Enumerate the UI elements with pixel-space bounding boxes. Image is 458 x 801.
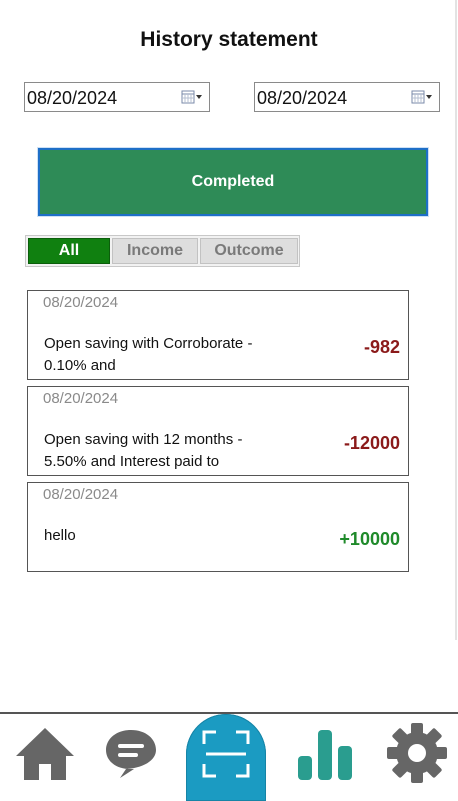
transaction-amount: +10000 [339,529,400,549]
date-from-field[interactable]: 08/20/2024 [24,82,210,112]
tab-outcome[interactable]: Outcome [200,238,298,264]
transaction-card[interactable]: 08/20/2024 Open saving with Corroborate … [27,290,409,380]
page-title: History statement [140,28,318,51]
calendar-icon[interactable] [411,90,433,104]
tab-income[interactable]: Income [112,238,198,264]
calendar-icon[interactable] [181,90,203,104]
transaction-description: Open saving with Corroborate - 0.10% and [44,335,253,374]
bar-chart-icon[interactable] [296,726,356,782]
scan-button[interactable] [186,714,266,801]
bottom-nav [0,712,458,801]
gear-icon[interactable] [386,722,448,784]
transaction-amount: -982 [363,337,400,357]
scrollbar-track [455,0,457,640]
transaction-description: hello [44,527,76,544]
completed-button[interactable]: Completed [37,147,429,217]
transaction-description: Open saving with 12 months - 5.50% and I… [44,431,243,470]
transaction-date: 08/20/2024 [43,294,119,311]
filter-tabs: All Income Outcome [25,235,300,267]
scan-icon [202,730,250,778]
transaction-card[interactable]: 08/20/2024 Open saving with 12 months - … [27,386,409,476]
transaction-date: 08/20/2024 [43,390,119,407]
chat-icon[interactable] [104,728,158,780]
transaction-amount: -12000 [343,433,400,453]
transaction-date: 08/20/2024 [43,486,119,503]
date-from-value: 08/20/2024 [27,88,118,108]
home-icon[interactable] [14,726,76,782]
transaction-card[interactable]: 08/20/2024 hello +10000 [27,482,409,572]
date-to-field[interactable]: 08/20/2024 [254,82,440,112]
date-to-value: 08/20/2024 [257,88,348,108]
tab-all[interactable]: All [28,238,110,264]
